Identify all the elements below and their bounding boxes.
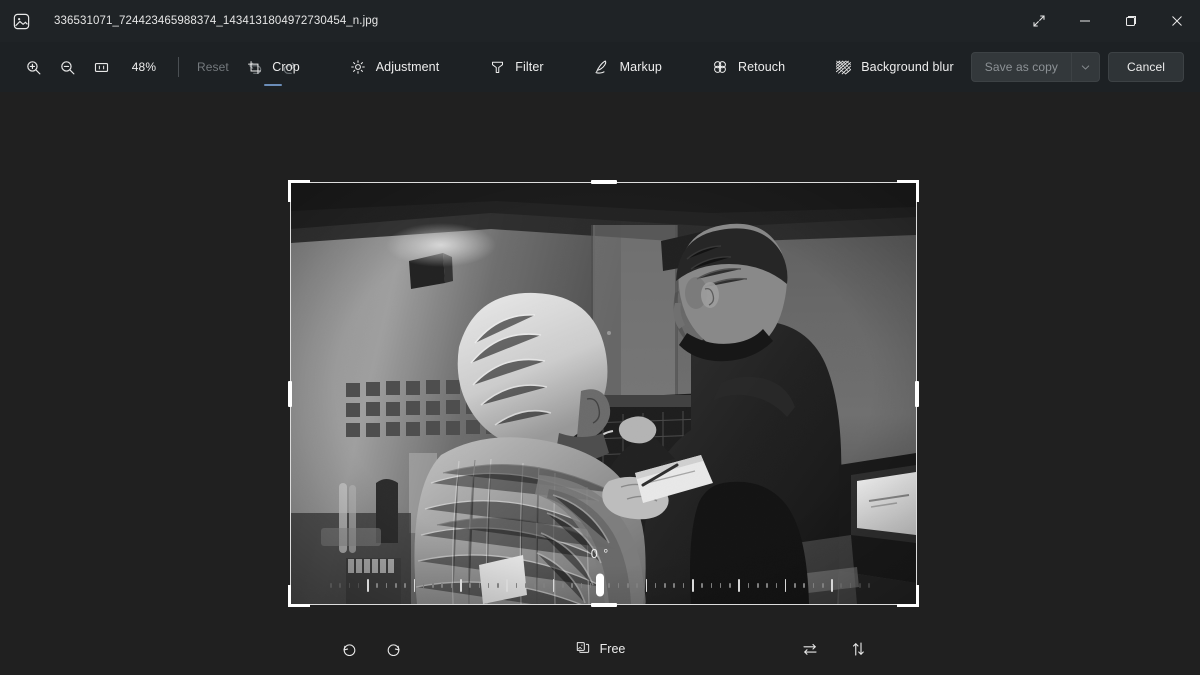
expand-diagonal-icon[interactable] (1016, 0, 1062, 42)
crop-handle-top-right[interactable] (897, 180, 919, 202)
tab-background-blur-label: Background blur (861, 60, 954, 74)
rotation-slider[interactable] (330, 573, 870, 597)
title-bar: 336531071_724423465988374_14341318049727… (0, 0, 1200, 42)
tab-indicator (386, 84, 404, 87)
image-canvas (0, 92, 1200, 607)
rotate-controls (332, 632, 410, 666)
brightness-icon (350, 59, 367, 76)
pen-icon (594, 59, 611, 76)
flip-horizontal-icon[interactable] (793, 632, 827, 666)
cancel-button[interactable]: Cancel (1108, 52, 1184, 82)
tab-adjustment[interactable]: Adjustment (342, 47, 448, 87)
rotate-left-icon[interactable] (332, 632, 366, 666)
tab-indicator (507, 84, 525, 87)
toolbar-actions: Save as copy Cancel (970, 52, 1200, 82)
photos-editor-window: 336531071_724423465988374_14341318049727… (0, 0, 1200, 675)
flip-controls (793, 632, 875, 666)
tab-indicator (740, 84, 758, 87)
crop-handle-top-left[interactable] (288, 180, 310, 202)
window-controls (1016, 0, 1200, 42)
crop-controls: 0 ° Free (0, 540, 1200, 675)
crop-handle-right[interactable] (915, 380, 919, 407)
filter-icon (489, 59, 506, 76)
rotate-right-icon[interactable] (376, 632, 410, 666)
tab-markup[interactable]: Markup (586, 47, 670, 87)
photo-icon (0, 0, 42, 42)
retouch-circles-icon (712, 59, 729, 76)
tab-adjustment-label: Adjustment (375, 60, 440, 74)
tab-indicator (885, 84, 903, 87)
tab-crop[interactable]: Crop (238, 47, 308, 87)
crop-action-row: Free (0, 631, 1200, 667)
minimize-button[interactable] (1062, 0, 1108, 42)
crop-handle-left[interactable] (288, 380, 292, 407)
tab-markup-label: Markup (619, 60, 662, 74)
fit-to-window-icon[interactable] (84, 50, 118, 84)
aspect-ratio-icon (575, 640, 591, 659)
tab-background-blur[interactable]: Background blur (827, 47, 962, 87)
rotation-angle-value: 0 ° (590, 547, 610, 561)
aspect-ratio-button[interactable]: Free (565, 633, 636, 665)
editor-toolbar: 48% Reset Crop Adjustment Filter Markup … (0, 42, 1200, 92)
active-tab-indicator (264, 83, 282, 86)
zoom-out-icon[interactable] (50, 50, 84, 84)
close-button[interactable] (1154, 0, 1200, 42)
zoom-level: 48% (131, 60, 157, 74)
rotation-slider-thumb[interactable] (596, 573, 604, 597)
tab-crop-label: Crop (272, 60, 300, 74)
save-as-copy-button[interactable]: Save as copy (970, 52, 1101, 82)
aspect-ratio-label: Free (599, 642, 626, 656)
chevron-down-icon[interactable] (1071, 53, 1099, 81)
window-title: 336531071_724423465988374_14341318049727… (54, 15, 379, 27)
tab-retouch-label: Retouch (737, 60, 786, 74)
tab-filter[interactable]: Filter (481, 47, 551, 87)
reset-button[interactable]: Reset (187, 54, 239, 80)
save-as-copy-label: Save as copy (984, 60, 1059, 74)
flip-vertical-icon[interactable] (841, 632, 875, 666)
toolbar-divider (178, 57, 179, 77)
tab-filter-label: Filter (515, 60, 544, 74)
crop-icon (246, 59, 263, 76)
blur-mesh-icon (835, 59, 852, 76)
tab-retouch[interactable]: Retouch (704, 47, 793, 87)
maximize-button[interactable] (1108, 0, 1154, 42)
crop-handle-top[interactable] (590, 180, 617, 184)
tab-indicator (619, 84, 637, 87)
zoom-in-icon[interactable] (16, 50, 50, 84)
